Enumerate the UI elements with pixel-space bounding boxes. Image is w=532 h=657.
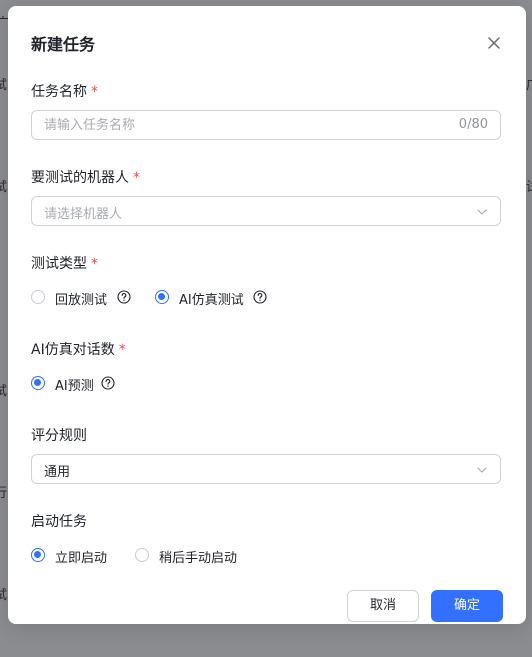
required-mark: * [118, 342, 126, 358]
task-name-label: 任务名称 * [31, 81, 98, 101]
dialog-title: 新建任务 [31, 35, 96, 54]
radio-circle[interactable] [31, 290, 45, 304]
background-text-fragment: 试 [0, 180, 8, 195]
confirm-button[interactable]: 确定 [431, 590, 503, 622]
radio-circle-checked[interactable] [31, 376, 45, 390]
help-icon[interactable] [253, 290, 267, 304]
scoring-rule-label-text: 评分规则 [31, 428, 87, 444]
background-text-fragment: 试 [526, 176, 532, 195]
task-name-input[interactable] [44, 111, 444, 139]
radio-label: AI预测 [55, 379, 94, 394]
background-text-fragment: 行 [0, 486, 8, 501]
radio-start-later-manual[interactable]: 稍后手动启动 [135, 546, 255, 566]
ai-turns-label-text: AI仿真对话数 [31, 342, 115, 358]
radio-start-now[interactable]: 立即启动 [31, 546, 121, 566]
help-icon[interactable] [117, 290, 131, 304]
task-name-label-text: 任务名称 [31, 84, 87, 100]
scoring-rule-label: 评分规则 [31, 425, 87, 445]
radio-label: 立即启动 [55, 551, 108, 566]
robot-select[interactable]: 请选择机器人 [31, 196, 501, 226]
scoring-rule-value: 通用 [44, 465, 71, 480]
chevron-down-icon [477, 209, 487, 215]
radio-circle[interactable] [135, 548, 149, 562]
radio-label: AI仿真测试 [179, 293, 244, 308]
required-mark: * [91, 256, 98, 272]
cancel-button[interactable]: 取消 [347, 590, 419, 622]
radio-label: 回放测试 [55, 293, 108, 308]
start-task-label: 启动任务 [31, 511, 87, 531]
radio-circle-checked[interactable] [155, 290, 169, 304]
required-mark: * [133, 170, 140, 186]
scoring-rule-select[interactable]: 通用 [31, 454, 501, 484]
new-task-dialog: 新建任务 任务名称* 0/80 要测试的机器人* 请选择机器人 测试类型* 回放… [8, 6, 526, 624]
start-task-label-text: 启动任务 [31, 514, 87, 530]
background-text-fragment: 试 [0, 384, 8, 399]
background-text-fragment: 广 [526, 74, 532, 93]
help-icon[interactable] [101, 376, 115, 390]
radio-circle-checked[interactable] [31, 548, 45, 562]
close-icon[interactable] [485, 34, 503, 52]
background-text-fragment: 试 [0, 588, 8, 603]
chevron-down-icon [477, 467, 487, 473]
test-type-label-text: 测试类型 [31, 256, 87, 272]
radio-ai-predict[interactable]: AI预测 [31, 374, 121, 394]
test-type-label: 测试类型 * [31, 253, 98, 273]
radio-replay-test[interactable]: 回放测试 [31, 288, 141, 308]
task-name-field[interactable]: 0/80 [31, 110, 501, 140]
robot-select-placeholder: 请选择机器人 [44, 207, 123, 222]
required-mark: * [91, 84, 98, 100]
background-text-fragment: 试 [0, 78, 8, 93]
char-counter: 0/80 [458, 117, 488, 132]
radio-label: 稍后手动启动 [159, 551, 238, 566]
ai-turns-label: AI仿真对话数 * [31, 339, 126, 359]
robot-label-text: 要测试的机器人 [31, 170, 129, 186]
robot-label: 要测试的机器人 * [31, 167, 140, 187]
close-button[interactable] [485, 34, 503, 52]
radio-ai-simulation-test[interactable]: AI仿真测试 [155, 288, 275, 308]
